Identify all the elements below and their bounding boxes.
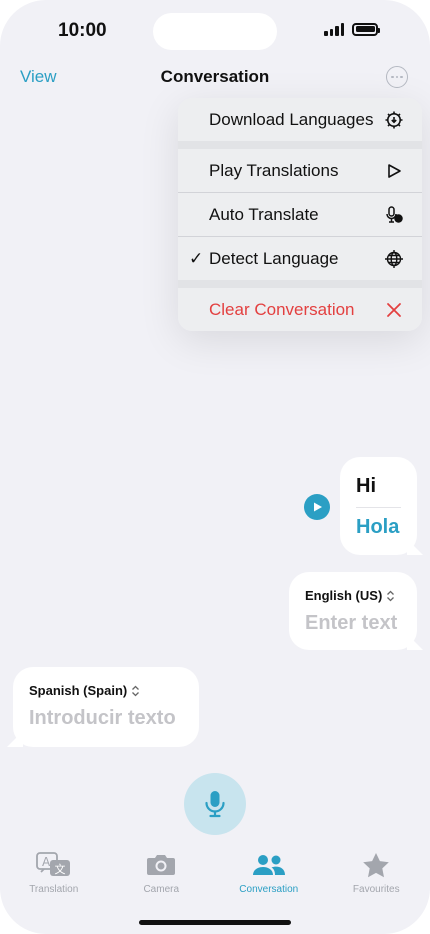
- tab-label: Favourites: [352, 884, 400, 895]
- message-divider: [356, 507, 401, 508]
- menu-item-label: Detect Language: [209, 248, 339, 268]
- menu-item-label: Download Languages: [209, 109, 374, 129]
- tab-favourites[interactable]: Favourites: [323, 850, 430, 910]
- english-language-selector[interactable]: English (US): [305, 588, 395, 603]
- translate-icon: A 文: [35, 850, 72, 880]
- tab-label: Translation: [29, 884, 79, 895]
- camera-icon: [146, 850, 176, 880]
- ellipsis-circle-icon[interactable]: [386, 66, 408, 88]
- tab-bar: A 文 Translation Camera Conversation Favo…: [0, 850, 430, 910]
- star-icon: [362, 850, 390, 880]
- play-translation-button[interactable]: [304, 494, 330, 520]
- english-input-box[interactable]: English (US) Enter text: [289, 572, 417, 650]
- check-icon: ✓: [189, 248, 204, 268]
- menu-item-download-languages[interactable]: Download Languages: [178, 98, 422, 141]
- message-translation: Hola: [356, 516, 400, 538]
- menu-item-label: Play Translations: [209, 160, 339, 180]
- microphone-button[interactable]: [184, 773, 246, 835]
- play-outline-icon: [384, 161, 404, 181]
- status-icons: [324, 22, 380, 36]
- spanish-input-box[interactable]: Spanish (Spain) Introducir texto: [13, 667, 199, 747]
- play-icon: [314, 502, 322, 512]
- svg-text:A: A: [42, 855, 51, 869]
- chevron-updown-icon: [132, 685, 140, 696]
- menu-item-label: Clear Conversation: [209, 299, 355, 319]
- home-indicator[interactable]: [139, 920, 291, 925]
- signal-icon: [324, 22, 344, 36]
- tab-camera[interactable]: Camera: [108, 850, 216, 910]
- menu-item-auto-translate[interactable]: Auto Translate: [178, 192, 422, 236]
- globe-detect-icon: [384, 249, 404, 269]
- menu-item-label: Auto Translate: [209, 204, 319, 224]
- english-text-input[interactable]: Enter text: [305, 612, 397, 635]
- tab-conversation[interactable]: Conversation: [215, 850, 323, 910]
- tab-label: Conversation: [239, 884, 299, 895]
- phone-screen: 10:00 View Conversation Download Languag…: [0, 0, 430, 934]
- svg-text:文: 文: [54, 862, 65, 876]
- language-label: Spanish (Spain): [29, 683, 128, 698]
- gear-download-icon: [384, 110, 404, 130]
- microphone-icon: [205, 791, 225, 818]
- menu-item-clear-conversation[interactable]: Clear Conversation: [178, 280, 422, 331]
- spanish-text-input[interactable]: Introducir texto: [29, 707, 176, 730]
- chevron-updown-icon: [387, 590, 395, 601]
- message-original: Hi: [356, 475, 376, 497]
- mic-auto-icon: [384, 205, 404, 225]
- language-label: English (US): [305, 588, 383, 603]
- tab-translation[interactable]: A 文 Translation: [0, 850, 108, 910]
- battery-icon: [352, 22, 380, 36]
- message-bubble[interactable]: Hi Hola: [340, 457, 417, 555]
- people-icon: [252, 850, 285, 880]
- tab-label: Camera: [143, 884, 180, 895]
- menu-item-play-translations[interactable]: Play Translations: [178, 141, 422, 192]
- page-title: Conversation: [160, 67, 270, 86]
- status-time: 10:00: [58, 20, 107, 41]
- spanish-language-selector[interactable]: Spanish (Spain): [29, 683, 140, 698]
- options-menu: Download Languages Play Translations Aut…: [178, 98, 422, 331]
- menu-item-detect-language[interactable]: ✓ Detect Language: [178, 236, 422, 280]
- dynamic-island: [153, 13, 277, 50]
- close-x-icon: [384, 300, 404, 320]
